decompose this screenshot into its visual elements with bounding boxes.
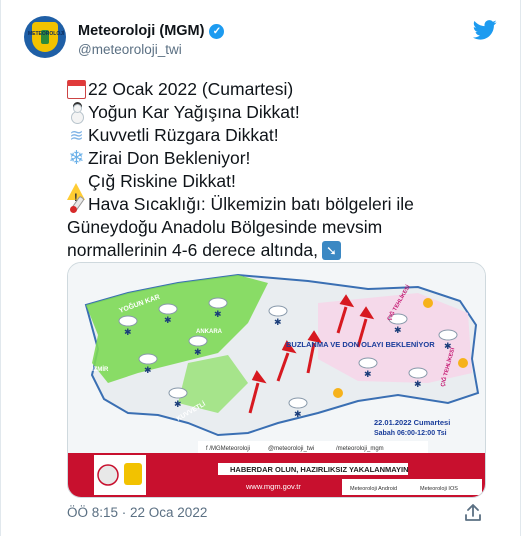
snowflake-icon: ❄ xyxy=(68,148,85,169)
mgm-logo-icon xyxy=(32,22,58,52)
avatar-logo-text: METEOROLOJİ xyxy=(28,31,65,37)
tweet-text: 22 Ocak 2022 (Cumartesi) Yoğun Kar Yağış… xyxy=(67,78,487,262)
svg-text:✱: ✱ xyxy=(174,400,182,410)
social-facebook: f /MGMeteoroloji xyxy=(206,446,250,452)
app-android-link: Meteoroloji Android xyxy=(350,486,397,492)
svg-text:✱: ✱ xyxy=(144,366,152,376)
banner-website: www.mgm.gov.tr xyxy=(245,482,301,491)
svg-text:✱: ✱ xyxy=(164,316,172,326)
label-izmir: İZMİR xyxy=(92,366,109,373)
account-avatar[interactable]: METEOROLOJİ xyxy=(24,16,66,58)
tweet-card: METEOROLOJİ Meteoroloji (MGM) ✓ @meteoro… xyxy=(0,0,521,536)
tweet-line-avalanche: Çığ Riskine Dikkat! xyxy=(67,171,236,210)
svg-text:✱: ✱ xyxy=(274,318,282,328)
calendar-icon xyxy=(67,80,86,99)
mgm-banner-logo-icon xyxy=(124,463,142,485)
svg-text:✱: ✱ xyxy=(214,310,222,320)
author-name-row[interactable]: Meteoroloji (MGM) ✓ xyxy=(78,23,225,39)
tweet-timestamp[interactable]: ÖÖ 8:15 · 22 Oca 2022 xyxy=(67,505,207,520)
author-handle[interactable]: @meteoroloji_twi xyxy=(78,42,182,57)
snowman-icon xyxy=(67,103,86,124)
social-instagram: /meteoroloji_mgm xyxy=(336,446,384,452)
svg-text:✱: ✱ xyxy=(294,410,302,420)
verified-badge-icon: ✓ xyxy=(209,23,225,39)
weather-map-graphic: ✱✱✱ ✱✱✱ ✱✱✱ ✱✱✱ YOĞUN KAR ANKARA İZMİR B… xyxy=(68,263,485,497)
author-display-name[interactable]: Meteoroloji (MGM) xyxy=(78,23,204,39)
arrow-down-right-icon: ➘ xyxy=(321,241,341,260)
svg-text:✱: ✱ xyxy=(124,328,132,338)
svg-text:✱: ✱ xyxy=(194,348,202,358)
tweet-line-temp-3: normallerinin 4-6 derece altında, ➘ xyxy=(67,239,487,262)
map-date: 22.01.2022 Cumartesi xyxy=(374,418,450,427)
tweet-line-date: 22 Ocak 2022 (Cumartesi) xyxy=(67,78,487,101)
wind-icon: ≋ xyxy=(69,126,84,145)
svg-text:✱: ✱ xyxy=(394,326,402,336)
tweet-line-temp-2: Güneydoğu Anadolu Bölgesinde mevsim xyxy=(67,217,383,237)
label-buzlanma: BUZLANMA VE DON OLAYI BEKLENİYOR xyxy=(286,340,435,349)
svg-text:✱: ✱ xyxy=(364,370,372,380)
tweet-line-temp: Hava Sıcaklığı: Ülkemizin batı bölgeleri… xyxy=(67,193,487,216)
map-time-range: Sabah 06:00-12:00 Tsi xyxy=(374,430,447,437)
share-icon[interactable] xyxy=(463,503,483,523)
weather-map-image[interactable]: ✱ ✱ ✱ ✱ ✱ ✱ ✱ ✱ ✱ ✱ ✱ ✱ YOĞUN KAR ANKARA İZMİR B… xyxy=(67,262,486,498)
twitter-bird-icon[interactable] xyxy=(473,20,497,40)
tweet-line-wind: ≋ Kuvvetli Rüzgara Dikkat! xyxy=(67,124,487,147)
thermometer-icon xyxy=(67,195,86,214)
social-twitter: @meteoroloji_twi xyxy=(268,446,314,452)
svg-text:✱: ✱ xyxy=(414,380,422,390)
ministry-logo-icon xyxy=(97,464,119,486)
tweet-line-frost: ❄ Zirai Don Bekleniyor! xyxy=(68,148,251,169)
label-ankara: ANKARA xyxy=(196,329,223,335)
banner-slogan: HABERDAR OLUN, HAZIRLIKSIZ YAKALANMAYIN xyxy=(230,465,408,474)
app-ios-link: Meteoroloji IOS xyxy=(420,486,458,492)
tweet-line-snow: Yoğun Kar Yağışına Dikkat! xyxy=(67,101,487,124)
